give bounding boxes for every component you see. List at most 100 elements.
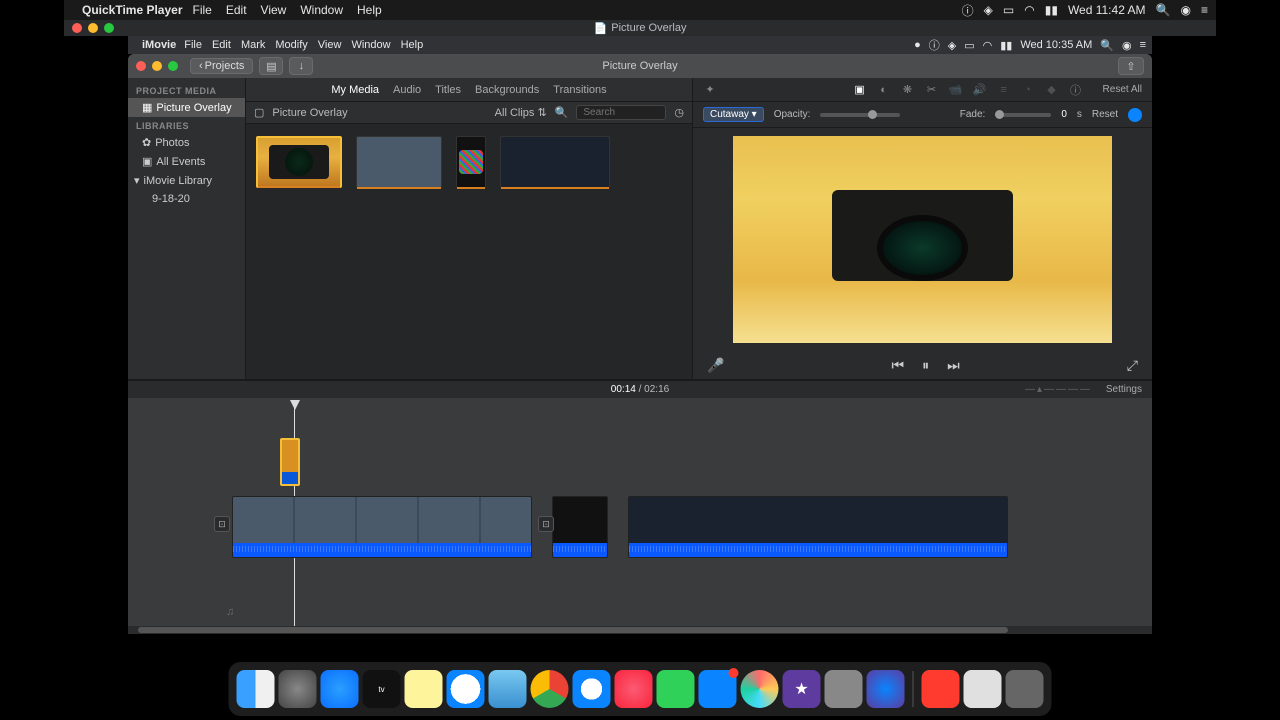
apply-check-icon[interactable] bbox=[1128, 108, 1142, 122]
speed-icon[interactable]: ◔ bbox=[1021, 83, 1035, 97]
noise-icon[interactable]: ≡ bbox=[997, 83, 1011, 97]
search-input[interactable] bbox=[576, 105, 666, 120]
spotlight-icon[interactable]: 🔍 bbox=[1156, 3, 1171, 17]
filter-icon[interactable]: ◆ bbox=[1045, 83, 1059, 97]
inner-notification-icon[interactable]: ≡ bbox=[1140, 39, 1146, 51]
inner-edit-menu[interactable]: Edit bbox=[212, 39, 231, 51]
inner-view-menu[interactable]: View bbox=[318, 39, 342, 51]
outer-window-menu[interactable]: Window bbox=[300, 3, 343, 17]
timeline-clip-3[interactable] bbox=[628, 496, 1008, 558]
dock-safari[interactable] bbox=[573, 670, 611, 708]
sidebar-item-photos[interactable]: ✿Photos bbox=[128, 133, 245, 152]
reset-all-button[interactable]: Reset All bbox=[1103, 84, 1142, 95]
timeline-scrollbar[interactable] bbox=[128, 626, 1152, 634]
dock-trash[interactable] bbox=[1006, 670, 1044, 708]
fullscreen-icon[interactable]: ⤢ bbox=[1127, 357, 1138, 374]
dock-chat[interactable] bbox=[699, 670, 737, 708]
back-to-projects-button[interactable]: ‹Projects bbox=[190, 58, 253, 74]
clip-filter-dropdown[interactable]: All Clips ⇅ bbox=[495, 106, 547, 119]
inner-file-menu[interactable]: File bbox=[184, 39, 202, 51]
media-clip-iphone[interactable] bbox=[456, 136, 486, 188]
fade-slider[interactable] bbox=[995, 113, 1051, 117]
inner-siri-icon[interactable]: ◉ bbox=[1122, 39, 1132, 52]
zoom-button[interactable] bbox=[168, 61, 178, 71]
outer-file-menu[interactable]: File bbox=[193, 3, 212, 17]
zoom-slider[interactable]: —▴———— bbox=[1025, 384, 1092, 395]
dock-document[interactable] bbox=[964, 670, 1002, 708]
prev-button[interactable]: ⏮ bbox=[892, 357, 905, 374]
appearance-options-icon[interactable]: ◷ bbox=[674, 106, 684, 119]
inner-help-menu[interactable]: Help bbox=[401, 39, 424, 51]
dock-photos[interactable] bbox=[741, 670, 779, 708]
notification-center-icon[interactable]: ≡ bbox=[1201, 3, 1208, 17]
library-list-button[interactable]: ▤ bbox=[259, 57, 283, 75]
dock-folder[interactable] bbox=[922, 670, 960, 708]
battery-icon[interactable]: ▮▮ bbox=[1045, 3, 1058, 17]
outer-close-button[interactable] bbox=[72, 23, 82, 33]
airplay-icon[interactable]: ▭ bbox=[1003, 3, 1014, 17]
timeline[interactable]: ⊡ ⊡ ♫ bbox=[128, 398, 1152, 634]
sidebar-item-all-events[interactable]: ▣All Events bbox=[128, 152, 245, 171]
inner-info-icon[interactable]: ⓘ bbox=[929, 37, 940, 53]
color-balance-icon[interactable]: ◐ bbox=[877, 83, 891, 97]
outer-zoom-button[interactable] bbox=[104, 23, 114, 33]
dock-system-preferences[interactable] bbox=[279, 670, 317, 708]
outer-view-menu[interactable]: View bbox=[261, 3, 287, 17]
overlay-settings-icon[interactable]: ▣ bbox=[853, 83, 867, 97]
preview-canvas[interactable] bbox=[733, 136, 1112, 343]
volume-icon[interactable]: 🔊 bbox=[973, 83, 987, 97]
timeline-clip-1[interactable] bbox=[232, 496, 532, 558]
next-button[interactable]: ⏭ bbox=[947, 357, 960, 374]
dock-apple-tv[interactable]: tv bbox=[363, 670, 401, 708]
inner-airplay-icon[interactable]: ▭ bbox=[964, 39, 974, 52]
outer-app-name[interactable]: QuickTime Player bbox=[82, 3, 183, 17]
info-status-icon[interactable]: ⓘ bbox=[962, 2, 974, 19]
sidebar-item-event[interactable]: 9-18-20 bbox=[128, 190, 245, 208]
clip-view-icon[interactable]: ▢ bbox=[254, 106, 264, 119]
inner-app-name[interactable]: iMovie bbox=[142, 39, 176, 51]
outer-clock[interactable]: Wed 11:42 AM bbox=[1068, 3, 1146, 17]
timeline-settings-button[interactable]: Settings bbox=[1106, 384, 1142, 395]
reset-button[interactable]: Reset bbox=[1092, 109, 1118, 120]
share-button[interactable]: ⇧ bbox=[1118, 57, 1144, 75]
overlay-mode-dropdown[interactable]: Cutaway ▾ bbox=[703, 107, 764, 122]
inner-record-icon[interactable]: ● bbox=[914, 39, 921, 51]
crop-icon[interactable]: ✂ bbox=[925, 83, 939, 97]
inner-mark-menu[interactable]: Mark bbox=[241, 39, 265, 51]
pause-button[interactable]: ⏸ bbox=[922, 357, 929, 374]
playhead-marker-icon[interactable] bbox=[290, 400, 300, 410]
tab-audio[interactable]: Audio bbox=[393, 84, 421, 96]
outer-help-menu[interactable]: Help bbox=[357, 3, 382, 17]
dock-siri[interactable] bbox=[867, 670, 905, 708]
stabilize-icon[interactable]: 📹 bbox=[949, 83, 963, 97]
timeline-overlay-clip[interactable] bbox=[280, 438, 300, 486]
tab-my-media[interactable]: My Media bbox=[331, 84, 379, 96]
dock-chrome[interactable] bbox=[531, 670, 569, 708]
close-button[interactable] bbox=[136, 61, 146, 71]
media-clip-person[interactable] bbox=[356, 136, 442, 188]
inner-modify-menu[interactable]: Modify bbox=[275, 39, 307, 51]
minimize-button[interactable] bbox=[152, 61, 162, 71]
dock-imovie[interactable]: ★ bbox=[783, 670, 821, 708]
inner-window-menu[interactable]: Window bbox=[351, 39, 390, 51]
dock-clock[interactable] bbox=[447, 670, 485, 708]
color-correction-icon[interactable]: ❋ bbox=[901, 83, 915, 97]
media-clip-camera[interactable] bbox=[256, 136, 342, 188]
disclosure-triangle-icon[interactable]: ▾ bbox=[134, 174, 140, 187]
dock-mail[interactable] bbox=[489, 670, 527, 708]
tab-titles[interactable]: Titles bbox=[435, 84, 461, 96]
sync-status-icon[interactable]: ◈ bbox=[984, 3, 993, 17]
sidebar-item-project[interactable]: ▦Picture Overlay bbox=[128, 98, 245, 117]
outer-minimize-button[interactable] bbox=[88, 23, 98, 33]
dock-pixelmator[interactable] bbox=[825, 670, 863, 708]
outer-edit-menu[interactable]: Edit bbox=[226, 3, 247, 17]
dock-music[interactable] bbox=[615, 670, 653, 708]
dock-finder[interactable] bbox=[237, 670, 275, 708]
info-icon[interactable]: ⓘ bbox=[1069, 83, 1083, 97]
siri-icon[interactable]: ◉ bbox=[1181, 3, 1191, 17]
inner-battery-icon[interactable]: ▮▮ bbox=[1000, 39, 1012, 52]
tab-transitions[interactable]: Transitions bbox=[553, 84, 606, 96]
voiceover-mic-icon[interactable]: 🎤 bbox=[707, 357, 724, 374]
media-clip-screen[interactable] bbox=[500, 136, 610, 188]
dock-messages[interactable] bbox=[657, 670, 695, 708]
